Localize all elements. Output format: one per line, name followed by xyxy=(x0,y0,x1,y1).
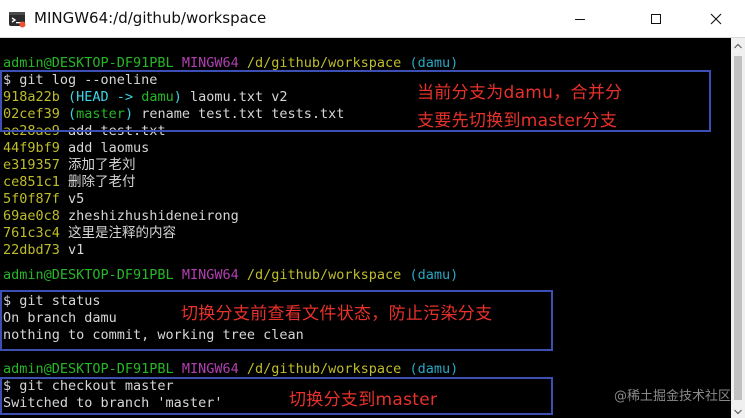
commit-message: v5 xyxy=(59,191,85,207)
close-button[interactable] xyxy=(693,0,739,37)
close-icon xyxy=(710,13,722,25)
annotation-note-line1: 当前分支为damu，合并分 xyxy=(417,83,623,103)
log-line: 69ae0c8 zheshizhushideneirong xyxy=(3,208,239,225)
prompt-path: /d/github/workspace xyxy=(246,55,402,71)
log-line: 5f0f87f v5 xyxy=(3,191,84,208)
commit-hash: 22dbd73 xyxy=(3,242,60,258)
title-bar[interactable]: MINGW64:/d/github/workspace xyxy=(0,0,745,38)
log-line: e319357 添加了老刘 xyxy=(3,157,136,174)
maximize-button[interactable] xyxy=(633,0,679,37)
prompt-env: MINGW64 xyxy=(181,267,239,283)
git-bash-icon[interactable] xyxy=(8,10,26,28)
git-bash-window: MINGW64:/d/github/workspace admin@DESKTO… xyxy=(0,0,745,418)
log-line: 44f9bf9 add laomus xyxy=(3,140,149,157)
prompt-branch: (damu) xyxy=(409,361,459,377)
log-line: 761c3c4 这里是注释的内容 xyxy=(3,225,176,242)
prompt-line: admin@DESKTOP-DF91PBL MINGW64 /d/github/… xyxy=(3,361,458,378)
scroll-up-button[interactable] xyxy=(731,38,745,52)
commit-message: add laomus xyxy=(59,140,150,156)
chevron-up-icon xyxy=(734,36,742,54)
annotation-note-status: 切换分支前查看文件状态，防止污染分支 xyxy=(181,304,493,324)
scrollbar-thumb[interactable] xyxy=(734,56,742,400)
scroll-down-button[interactable] xyxy=(731,404,745,418)
annotation-box-checkout xyxy=(0,377,553,415)
prompt-user-host: admin@DESKTOP-DF91PBL xyxy=(3,361,174,377)
minimize-icon xyxy=(574,13,586,25)
prompt-line: admin@DESKTOP-DF91PBL MINGW64 /d/github/… xyxy=(3,267,458,284)
prompt-user-host: admin@DESKTOP-DF91PBL xyxy=(3,55,174,71)
commit-message: 这里是注释的内容 xyxy=(59,225,177,241)
annotation-note-checkout: 切换分支到master xyxy=(289,390,438,410)
window-title: MINGW64:/d/github/workspace xyxy=(34,9,267,27)
maximize-icon xyxy=(650,13,662,25)
commit-hash: 69ae0c8 xyxy=(3,208,60,224)
commit-hash: e319357 xyxy=(3,157,60,173)
watermark: @稀土掘金技术社区 xyxy=(613,389,731,404)
prompt-user-host: admin@DESKTOP-DF91PBL xyxy=(3,267,174,283)
prompt-branch: (damu) xyxy=(409,267,459,283)
commit-message: 删除了老付 xyxy=(59,174,136,190)
prompt-path: /d/github/workspace xyxy=(246,267,402,283)
prompt-path: /d/github/workspace xyxy=(246,361,402,377)
commit-message: zheshizhushideneirong xyxy=(59,208,239,224)
prompt-env: MINGW64 xyxy=(181,55,239,71)
chevron-down-icon xyxy=(734,402,742,418)
prompt-branch: (damu) xyxy=(409,55,459,71)
commit-message: 添加了老刘 xyxy=(59,157,136,173)
minimize-button[interactable] xyxy=(557,0,603,37)
commit-hash: ce851c1 xyxy=(3,174,60,190)
log-line: ce851c1 删除了老付 xyxy=(3,174,136,191)
log-line: 22dbd73 v1 xyxy=(3,242,84,259)
commit-hash: 761c3c4 xyxy=(3,225,60,241)
commit-hash: 44f9bf9 xyxy=(3,140,60,156)
annotation-note-line2: 支要先切换到master分支 xyxy=(417,111,618,131)
commit-hash: 5f0f87f xyxy=(3,191,60,207)
prompt-env: MINGW64 xyxy=(181,361,239,377)
commit-message: v1 xyxy=(59,242,85,258)
